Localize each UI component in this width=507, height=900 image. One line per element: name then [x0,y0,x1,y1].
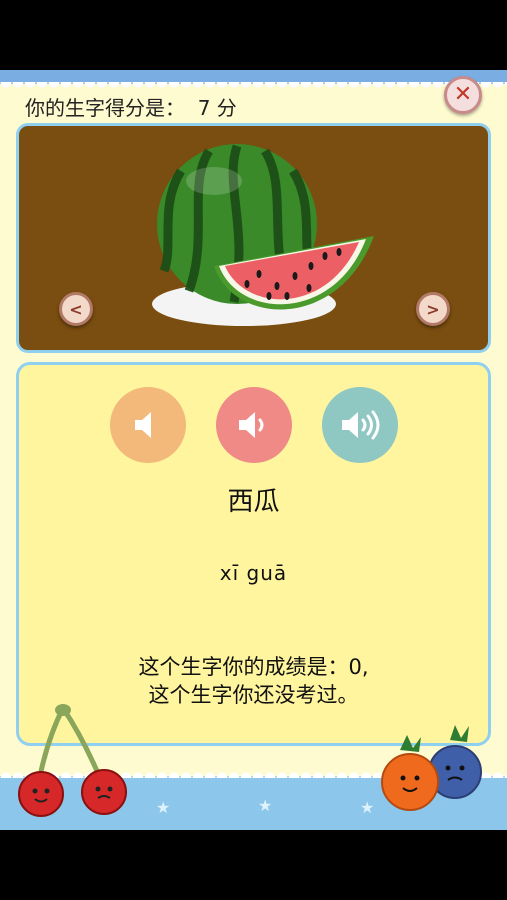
word-characters: 西瓜 [227,487,280,517]
star-icon: ★ [258,796,273,815]
image-panel: < > [16,123,491,353]
chevron-right-icon: > [426,299,440,319]
star-icon: ★ [360,798,375,817]
speaker-mute-icon [135,412,151,438]
app-screen: 你的生字得分是： 7 分 ✕ < > 西瓜 xī guā 这个生字你的成绩是：0… [0,70,507,830]
close-button[interactable]: ✕ [444,76,482,114]
sound-button-mute[interactable] [110,387,186,463]
word-pinyin: xī guā [219,561,288,585]
star-icon: ★ [156,798,171,817]
previous-button[interactable]: < [59,292,93,326]
speaker-low-icon [239,412,264,438]
info-panel: 西瓜 xī guā 这个生字你的成绩是：0, 这个生字你还没考过。 [16,362,491,746]
speaker-high-icon [342,410,380,440]
next-button[interactable]: > [416,292,450,326]
close-icon: ✕ [453,82,473,107]
chevron-left-icon: < [69,299,83,319]
score-label: 你的生字得分是： 7 分 [25,96,237,120]
result-line-1: 这个生字你的成绩是：0, [138,655,369,679]
sound-button-low[interactable] [216,387,292,463]
sound-button-high[interactable] [322,387,398,463]
cherries-decoration [18,704,127,817]
berries-decoration [381,725,482,811]
